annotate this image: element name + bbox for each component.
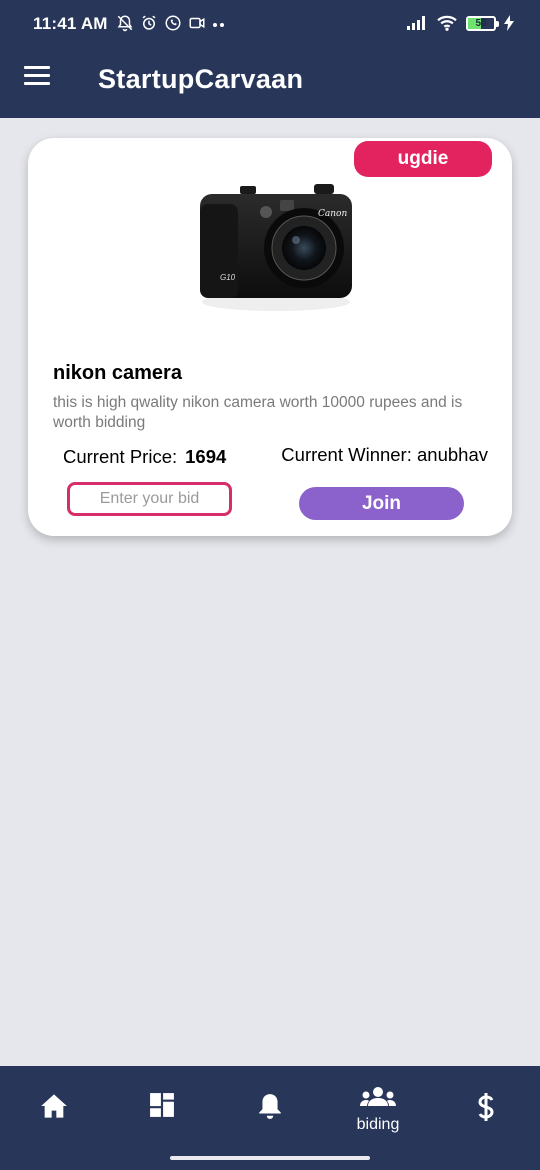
current-winner: Current Winner: anubhav — [281, 444, 488, 466]
current-price: Current Price: 1694 — [63, 446, 226, 468]
battery-icon: 50 — [466, 15, 499, 31]
product-description: this is high qwality nikon camera worth … — [53, 394, 463, 431]
status-bar: 11:41 AM 50 — [0, 0, 540, 50]
whatsapp-icon — [165, 15, 181, 31]
dashboard-icon — [150, 1093, 174, 1117]
hamburger-menu-icon[interactable] — [24, 66, 52, 90]
dollar-icon — [478, 1093, 494, 1121]
app-header: 11:41 AM 50 StartupCarvaan — [0, 0, 540, 118]
price-label: Current Price: — [63, 446, 178, 467]
seller-badge: ugdie — [354, 141, 492, 177]
bottom-navigation: biding — [0, 1066, 540, 1170]
nav-item-biding[interactable]: biding — [324, 1066, 432, 1148]
product-name: nikon camera — [53, 362, 182, 384]
winner-name: anubhav — [417, 444, 488, 465]
video-icon — [189, 17, 205, 29]
nav-label-biding: biding — [356, 1116, 400, 1133]
status-time: 11:41 AM — [33, 14, 108, 33]
battery-level: 50 — [475, 17, 487, 29]
charging-icon — [504, 15, 514, 31]
notifications-off-icon — [117, 15, 133, 32]
join-button[interactable]: Join — [299, 487, 464, 520]
status-notification-icons — [116, 14, 226, 32]
bid-input[interactable] — [67, 482, 232, 516]
camera-model-label: G10 — [220, 273, 236, 282]
gesture-bar — [170, 1156, 370, 1160]
more-dots-icon — [213, 23, 224, 27]
bell-icon — [259, 1094, 281, 1119]
nav-item-payments[interactable] — [432, 1066, 540, 1148]
group-icon — [360, 1087, 396, 1106]
product-image: Canon G10 — [200, 184, 352, 311]
home-icon — [41, 1094, 67, 1118]
camera-brand-label: Canon — [318, 209, 347, 219]
nav-item-dashboard[interactable] — [108, 1066, 216, 1148]
alarm-icon — [142, 15, 156, 30]
status-system-icons: 50 — [406, 14, 514, 32]
nav-item-notifications[interactable] — [216, 1066, 324, 1148]
signal-icon — [407, 16, 425, 30]
wifi-icon — [437, 15, 457, 31]
price-value: 1694 — [185, 446, 227, 467]
nav-item-home[interactable] — [0, 1066, 108, 1148]
app-title: StartupCarvaan — [98, 64, 304, 94]
auction-card: ugdie Canon G10 nikon camera this is hig… — [28, 138, 512, 536]
winner-label: Current Winner: — [281, 444, 412, 465]
